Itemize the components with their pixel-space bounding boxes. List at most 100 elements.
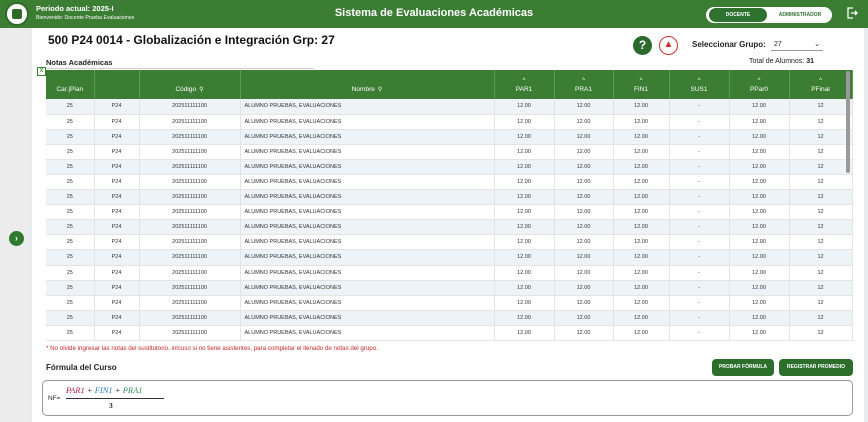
table-cell[interactable]: 12.00	[729, 280, 790, 296]
table-cell[interactable]: 12.00	[613, 189, 670, 206]
table-cell[interactable]: 12.00	[729, 219, 790, 236]
table-row[interactable]: 25 P24 202511111100 ALUMNO PRUEBAS, EVALUAC…	[46, 144, 853, 160]
search-icon[interactable]: ⚲	[378, 87, 382, 93]
table-cell[interactable]: 12	[789, 325, 853, 342]
table-cell[interactable]: 12.00	[554, 144, 614, 160]
table-row[interactable]: 25 P24 202511111100 ALUMNO PRUEBAS, EVALUAC…	[46, 325, 853, 342]
table-cell[interactable]: -	[669, 174, 730, 191]
table-cell[interactable]: 12	[789, 280, 853, 296]
table-cell[interactable]: 12.00	[494, 159, 555, 175]
sort-up-icon[interactable]: ^	[495, 78, 554, 84]
table-cell[interactable]: 12.00	[613, 295, 670, 311]
table-cell[interactable]: 12.00	[729, 99, 790, 115]
table-cell[interactable]: 12	[789, 159, 853, 175]
table-scrollbar[interactable]	[846, 71, 850, 173]
table-cell[interactable]: 12.00	[554, 249, 614, 266]
table-cell[interactable]: 12	[789, 204, 853, 221]
table-cell[interactable]: 12	[789, 265, 853, 281]
search-icon[interactable]: ⚲	[199, 87, 203, 93]
table-cell[interactable]: 12	[789, 310, 853, 326]
table-cell[interactable]: 12	[789, 114, 853, 130]
table-cell[interactable]: 12.00	[554, 265, 614, 281]
table-cell[interactable]: 12.00	[494, 174, 555, 191]
table-cell[interactable]: 12.00	[554, 219, 614, 236]
chevron-right-icon[interactable]: ›	[9, 231, 24, 246]
table-cell[interactable]: 12.00	[554, 234, 614, 251]
table-cell[interactable]: 12	[789, 99, 853, 115]
table-cell[interactable]: -	[669, 234, 730, 251]
column-header-sus1[interactable]: ^ SUS1	[669, 70, 730, 99]
table-cell[interactable]: 12.00	[554, 189, 614, 206]
table-cell[interactable]: 12.00	[554, 295, 614, 311]
table-cell[interactable]: 12.00	[729, 234, 790, 251]
table-cell[interactable]: 12.00	[494, 189, 555, 206]
table-cell[interactable]: -	[669, 204, 730, 221]
table-cell[interactable]: 12	[789, 234, 853, 251]
table-cell[interactable]: 12.00	[554, 280, 614, 296]
table-cell[interactable]: -	[669, 99, 730, 115]
table-cell[interactable]: 12	[789, 144, 853, 160]
group-select[interactable]: 27 ⌄	[771, 39, 823, 51]
table-cell[interactable]: 12.00	[613, 265, 670, 281]
table-row[interactable]: 25 P24 202511111100 ALUMNO PRUEBAS, EVALUAC…	[46, 310, 853, 326]
column-header-ppar0[interactable]: ^ PPar0	[729, 70, 790, 99]
sort-up-icon[interactable]: ^	[614, 78, 669, 84]
table-cell[interactable]: -	[669, 280, 730, 296]
table-cell[interactable]: 12.00	[613, 310, 670, 326]
table-cell[interactable]: -	[669, 129, 730, 145]
table-cell[interactable]: 12	[789, 219, 853, 236]
table-cell[interactable]: 12.00	[729, 249, 790, 266]
table-cell[interactable]: 12.00	[729, 189, 790, 206]
table-row[interactable]: 25 P24 202511111100 ALUMNO PRUEBAS, EVALUAC…	[46, 219, 853, 236]
test-formula-button[interactable]: PROBAR FÓRMULA	[712, 359, 774, 376]
table-cell[interactable]: 12.00	[494, 204, 555, 221]
table-cell[interactable]: 12.00	[494, 310, 555, 326]
column-header-nombre[interactable]: Nombre ⚲	[240, 70, 495, 99]
table-cell[interactable]: 12.00	[729, 144, 790, 160]
table-cell[interactable]: 12.00	[494, 325, 555, 342]
table-cell[interactable]: 12.00	[729, 174, 790, 191]
logout-icon[interactable]	[846, 6, 858, 20]
excel-export-icon[interactable]: X	[37, 67, 46, 76]
column-header-fin1[interactable]: ^ FIN1	[613, 70, 670, 99]
table-row[interactable]: 25 P24 202511111100 ALUMNO PRUEBAS, EVALUAC…	[46, 234, 853, 251]
bell-icon[interactable]: ▲	[659, 36, 678, 55]
column-header-pra1[interactable]: ^ PRA1	[554, 70, 614, 99]
table-cell[interactable]: 12.00	[613, 204, 670, 221]
table-cell[interactable]: 12.00	[494, 265, 555, 281]
table-cell[interactable]: 12.00	[613, 129, 670, 145]
table-cell[interactable]: 12.00	[494, 249, 555, 266]
table-cell[interactable]: 12.00	[729, 114, 790, 130]
table-row[interactable]: 25 P24 202511111100 ALUMNO PRUEBAS, EVALUAC…	[46, 265, 853, 281]
table-cell[interactable]: 12.00	[613, 99, 670, 115]
table-cell[interactable]: 12.00	[729, 159, 790, 175]
table-row[interactable]: 25 P24 202511111100 ALUMNO PRUEBAS, EVALUAC…	[46, 295, 853, 311]
table-cell[interactable]: 12.00	[554, 204, 614, 221]
table-cell[interactable]: 12.00	[494, 144, 555, 160]
table-cell[interactable]: 12.00	[494, 280, 555, 296]
table-cell[interactable]: 12	[789, 295, 853, 311]
sort-up-icon[interactable]: ^	[790, 78, 852, 84]
table-cell[interactable]: -	[669, 310, 730, 326]
table-cell[interactable]: 12.00	[494, 114, 555, 130]
table-row[interactable]: 25 P24 202511111100 ALUMNO PRUEBAS, EVALUAC…	[46, 99, 853, 115]
role-administrador-button[interactable]: ADMINISTRADOR	[770, 8, 830, 22]
table-cell[interactable]: 12.00	[494, 234, 555, 251]
table-cell[interactable]: 12.00	[729, 310, 790, 326]
sort-up-icon[interactable]: ^	[730, 78, 789, 84]
table-cell[interactable]: 12.00	[494, 219, 555, 236]
table-cell[interactable]: -	[669, 114, 730, 130]
table-cell[interactable]: 12.00	[729, 204, 790, 221]
table-cell[interactable]: -	[669, 295, 730, 311]
table-cell[interactable]: 12.00	[729, 129, 790, 145]
sort-up-icon[interactable]: ^	[670, 78, 729, 84]
table-cell[interactable]: 12.00	[729, 295, 790, 311]
table-cell[interactable]: -	[669, 189, 730, 206]
table-cell[interactable]: -	[669, 219, 730, 236]
table-cell[interactable]: 12.00	[554, 129, 614, 145]
help-icon[interactable]: ?	[633, 36, 652, 55]
table-row[interactable]: 25 P24 202511111100 ALUMNO PRUEBAS, EVALUAC…	[46, 280, 853, 296]
table-cell[interactable]: 12.00	[554, 99, 614, 115]
table-cell[interactable]: 12.00	[494, 129, 555, 145]
register-average-button[interactable]: REGISTRAR PROMEDIO	[779, 359, 853, 376]
